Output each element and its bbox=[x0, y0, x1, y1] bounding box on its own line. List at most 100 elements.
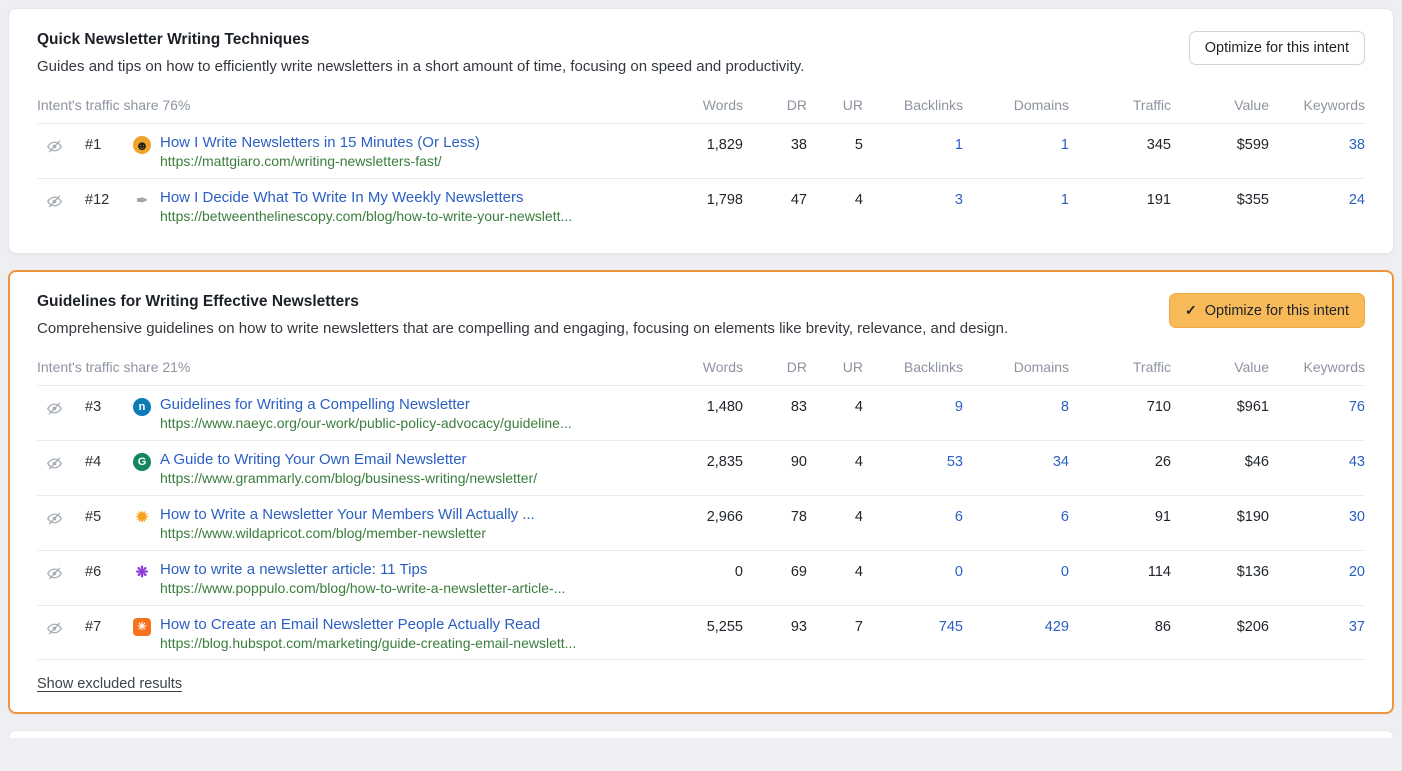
rank-label: #7 bbox=[77, 616, 127, 635]
value-cell: $599 bbox=[1177, 134, 1269, 153]
column-header-backlinks: Backlinks bbox=[869, 359, 963, 375]
keywords-link[interactable]: 24 bbox=[1275, 189, 1365, 208]
result-url-link[interactable]: https://www.poppulo.com/blog/how-to-writ… bbox=[160, 580, 565, 596]
results-table: Intent's traffic share 76% Words DR UR B… bbox=[37, 97, 1365, 233]
domains-link[interactable]: 429 bbox=[969, 616, 1069, 635]
optimize-intent-button[interactable]: ✓ Optimize for this intent bbox=[1169, 293, 1365, 328]
words-value: 1,829 bbox=[671, 134, 743, 153]
result-url-link[interactable]: https://www.wildapricot.com/blog/member-… bbox=[160, 525, 535, 541]
column-header-domains: Domains bbox=[969, 97, 1069, 113]
table-row: #5 ✹ How to Write a Newsletter Your Memb… bbox=[37, 496, 1365, 551]
traffic-value: 345 bbox=[1075, 134, 1171, 153]
words-value: 2,966 bbox=[671, 506, 743, 525]
backlinks-link[interactable]: 745 bbox=[869, 616, 963, 635]
dr-value: 93 bbox=[749, 616, 807, 635]
result-title-link[interactable]: How to write a newsletter article: 11 Ti… bbox=[160, 561, 565, 578]
favicon-glyph: ✳ bbox=[137, 622, 146, 633]
favicon-glyph: ✹ bbox=[136, 510, 149, 525]
show-excluded-link[interactable]: Show excluded results bbox=[37, 676, 182, 692]
ur-value: 4 bbox=[813, 506, 863, 525]
ur-value: 7 bbox=[813, 616, 863, 635]
eye-off-icon[interactable] bbox=[37, 396, 71, 417]
domains-link[interactable]: 6 bbox=[969, 506, 1069, 525]
backlinks-link[interactable]: 1 bbox=[869, 134, 963, 153]
result-title-link[interactable]: How I Write Newsletters in 15 Minutes (O… bbox=[160, 134, 480, 151]
site-favicon: ❋ bbox=[133, 563, 151, 581]
column-header-traffic: Traffic bbox=[1075, 97, 1171, 113]
keywords-link[interactable]: 38 bbox=[1275, 134, 1365, 153]
intent-title: Guidelines for Writing Effective Newslet… bbox=[37, 293, 1145, 311]
column-header-backlinks: Backlinks bbox=[869, 97, 963, 113]
site-favicon: ✳ bbox=[133, 618, 151, 636]
ur-value: 4 bbox=[813, 561, 863, 580]
traffic-value: 26 bbox=[1075, 451, 1171, 470]
rank-label: #5 bbox=[77, 506, 127, 525]
backlinks-link[interactable]: 0 bbox=[869, 561, 963, 580]
backlinks-link[interactable]: 3 bbox=[869, 189, 963, 208]
ur-value: 4 bbox=[813, 189, 863, 208]
keywords-link[interactable]: 76 bbox=[1275, 396, 1365, 415]
table-row: #12 ✒ How I Decide What To Write In My W… bbox=[37, 179, 1365, 233]
intent-description: Guides and tips on how to efficiently wr… bbox=[37, 56, 1165, 77]
column-header-words: Words bbox=[671, 97, 743, 113]
keywords-link[interactable]: 30 bbox=[1275, 506, 1365, 525]
table-row: #6 ❋ How to write a newsletter article: … bbox=[37, 551, 1365, 606]
keywords-link[interactable]: 43 bbox=[1275, 451, 1365, 470]
result-url-link[interactable]: https://www.grammarly.com/blog/business-… bbox=[160, 470, 537, 486]
domains-link[interactable]: 1 bbox=[969, 134, 1069, 153]
table-row: #3 n Guidelines for Writing a Compelling… bbox=[37, 386, 1365, 441]
traffic-value: 91 bbox=[1075, 506, 1171, 525]
column-header-domains: Domains bbox=[969, 359, 1069, 375]
column-header-ur: UR bbox=[813, 359, 863, 375]
result-title-link[interactable]: How I Decide What To Write In My Weekly … bbox=[160, 189, 572, 206]
words-value: 1,480 bbox=[671, 396, 743, 415]
optimize-button-label: Optimize for this intent bbox=[1205, 40, 1349, 56]
eye-off-icon[interactable] bbox=[37, 616, 71, 637]
result-url-link[interactable]: https://www.naeyc.org/our-work/public-po… bbox=[160, 415, 572, 431]
value-cell: $190 bbox=[1177, 506, 1269, 525]
traffic-value: 86 bbox=[1075, 616, 1171, 635]
value-cell: $136 bbox=[1177, 561, 1269, 580]
column-header-traffic: Traffic bbox=[1075, 359, 1171, 375]
words-value: 0 bbox=[671, 561, 743, 580]
value-cell: $206 bbox=[1177, 616, 1269, 635]
backlinks-link[interactable]: 9 bbox=[869, 396, 963, 415]
optimize-intent-button[interactable]: Optimize for this intent bbox=[1189, 31, 1365, 65]
result-url-link[interactable]: https://mattgiaro.com/writing-newsletter… bbox=[160, 153, 480, 169]
ur-value: 4 bbox=[813, 396, 863, 415]
rank-label: #3 bbox=[77, 396, 127, 415]
words-value: 2,835 bbox=[671, 451, 743, 470]
keywords-link[interactable]: 37 bbox=[1275, 616, 1365, 635]
result-url-link[interactable]: https://betweenthelinescopy.com/blog/how… bbox=[160, 208, 572, 224]
eye-off-icon[interactable] bbox=[37, 451, 71, 472]
site-favicon: ☻ bbox=[133, 136, 151, 154]
backlinks-link[interactable]: 6 bbox=[869, 506, 963, 525]
dr-value: 47 bbox=[749, 189, 807, 208]
result-title-link[interactable]: Guidelines for Writing a Compelling News… bbox=[160, 396, 572, 413]
result-url-link[interactable]: https://blog.hubspot.com/marketing/guide… bbox=[160, 635, 576, 651]
domains-link[interactable]: 8 bbox=[969, 396, 1069, 415]
result-title-link[interactable]: How to Create an Email Newsletter People… bbox=[160, 616, 576, 633]
eye-off-icon[interactable] bbox=[37, 134, 71, 155]
result-title-link[interactable]: A Guide to Writing Your Own Email Newsle… bbox=[160, 451, 537, 468]
traffic-share-label: Intent's traffic share 76% bbox=[37, 97, 665, 113]
dr-value: 78 bbox=[749, 506, 807, 525]
eye-off-icon[interactable] bbox=[37, 189, 71, 210]
keywords-link[interactable]: 20 bbox=[1275, 561, 1365, 580]
eye-off-icon[interactable] bbox=[37, 506, 71, 527]
column-header-value: Value bbox=[1177, 97, 1269, 113]
column-header-keywords: Keywords bbox=[1275, 359, 1365, 375]
domains-link[interactable]: 34 bbox=[969, 451, 1069, 470]
table-header-row: Intent's traffic share 76% Words DR UR B… bbox=[37, 97, 1365, 124]
traffic-share-label: Intent's traffic share 21% bbox=[37, 359, 665, 375]
backlinks-link[interactable]: 53 bbox=[869, 451, 963, 470]
domains-link[interactable]: 0 bbox=[969, 561, 1069, 580]
domains-link[interactable]: 1 bbox=[969, 189, 1069, 208]
check-icon: ✓ bbox=[1185, 302, 1197, 319]
table-row: #1 ☻ How I Write Newsletters in 15 Minut… bbox=[37, 124, 1365, 179]
result-title-link[interactable]: How to Write a Newsletter Your Members W… bbox=[160, 506, 535, 523]
intent-title: Quick Newsletter Writing Techniques bbox=[37, 31, 1165, 49]
site-favicon: n bbox=[133, 398, 151, 416]
eye-off-icon[interactable] bbox=[37, 561, 71, 582]
value-cell: $46 bbox=[1177, 451, 1269, 470]
